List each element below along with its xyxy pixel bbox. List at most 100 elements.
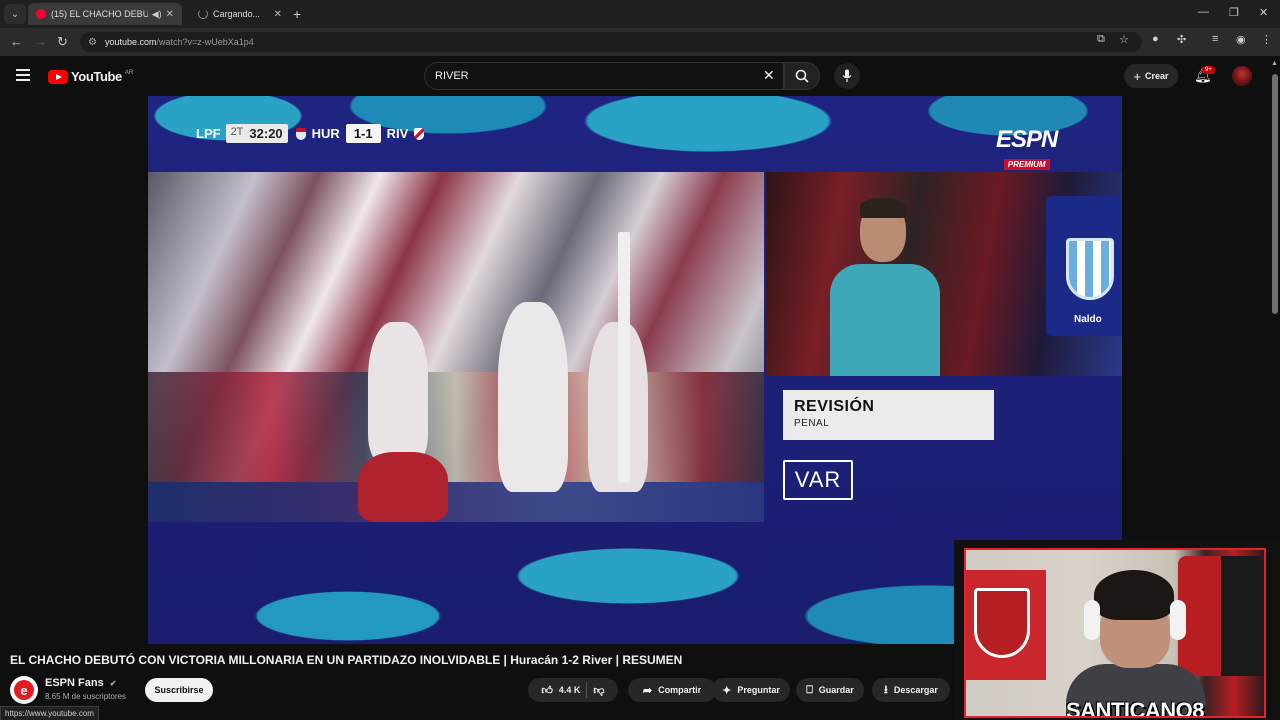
match-half: 2T	[230, 126, 244, 138]
ask-button[interactable]: ✦ Preguntar	[712, 678, 790, 702]
speaker-icon[interactable]: ◀)	[152, 9, 162, 20]
reading-list-icon[interactable]: ≡	[1212, 33, 1218, 45]
match-score: 1-1	[345, 124, 381, 143]
broadcaster-tier: PREMIUM	[1003, 159, 1050, 170]
referee-figure	[830, 194, 940, 376]
download-icon: ⭳	[884, 683, 888, 696]
create-label: Crear	[1145, 71, 1169, 81]
review-card: REVISIÓN PENAL	[783, 390, 994, 440]
browser-toolbar: ← → ↻ ⚙ youtube.com/watch?v=z-wUebXa1p4 …	[0, 28, 1280, 56]
create-button[interactable]: + Crear	[1124, 64, 1178, 88]
player-figure	[358, 452, 448, 522]
board-sponsor: Naldo	[1074, 314, 1102, 325]
subscribe-button[interactable]: Suscribirse	[145, 678, 213, 702]
forward-icon[interactable]: →	[34, 34, 47, 49]
streamer-name: SANTICANO8	[1066, 698, 1205, 718]
youtube-play-icon	[48, 69, 68, 84]
match-clock: 2T 32:20	[225, 124, 288, 143]
webcam-overlay: SANTICANO8	[954, 540, 1280, 720]
close-tab-icon[interactable]: ✕	[274, 9, 282, 20]
browser-menu-icon[interactable]: ⋮	[1261, 33, 1272, 46]
league-label: LPF	[196, 126, 221, 141]
clear-search-icon[interactable]: ✕	[763, 67, 775, 84]
video-title: EL CHACHO DEBUTÓ CON VICTORIA MILLONARIA…	[10, 653, 683, 667]
club-flag	[966, 570, 1046, 680]
menu-hamburger-icon[interactable]	[16, 69, 30, 84]
var-room-frame: Naldo	[766, 172, 1122, 376]
subscriber-count: 8.65 M de suscriptores	[45, 692, 126, 701]
channel-name: ESPN Fans	[45, 677, 104, 689]
extension-icon[interactable]: ●	[1152, 33, 1159, 45]
download-button[interactable]: ⭳ Descargar	[872, 678, 950, 702]
divider	[586, 682, 588, 698]
restore-icon[interactable]: ❐	[1229, 6, 1239, 19]
install-app-icon[interactable]: ⧉	[1097, 33, 1105, 46]
notification-count-badge: 9+	[1202, 66, 1215, 74]
close-tab-icon[interactable]: ✕	[166, 9, 174, 20]
account-avatar[interactable]	[1232, 66, 1252, 86]
share-arrow-icon: ➦	[642, 684, 653, 697]
scrollbar-thumb[interactable]	[1272, 74, 1278, 314]
ask-label: Preguntar	[737, 685, 780, 695]
tab-youtube-video[interactable]: (15) EL CHACHO DEBUTÓ C ◀) ✕	[28, 3, 182, 25]
download-label: Descargar	[893, 685, 938, 695]
bookmark-star-icon[interactable]: ☆	[1119, 33, 1129, 46]
espn-logo: ESPN PREMIUM	[996, 126, 1058, 172]
tab-title: Cargando...	[213, 9, 261, 19]
tab-title: (15) EL CHACHO DEBUTÓ C	[51, 9, 148, 19]
review-subtitle: PENAL	[794, 418, 830, 429]
huracan-crest-icon	[295, 127, 306, 140]
tab-loading[interactable]: Cargando... ✕	[190, 3, 290, 25]
extensions-puzzle-icon[interactable]: ✣	[1177, 33, 1186, 46]
profile-icon[interactable]: ◉	[1236, 33, 1246, 46]
goalpost	[618, 232, 630, 482]
microphone-icon	[842, 69, 852, 82]
channel-avatar[interactable]: e	[10, 676, 38, 704]
thumbs-down-icon[interactable]: 👎︎	[593, 684, 604, 697]
replay-frame	[148, 172, 764, 522]
search-button[interactable]	[784, 62, 820, 90]
youtube-header: YouTube AR ✕ + Crear 🔔︎ 9+	[0, 56, 1280, 96]
away-team: RIV	[386, 126, 409, 141]
search-input[interactable]	[435, 70, 755, 82]
thumbs-up-icon[interactable]: 👍︎	[541, 684, 553, 697]
minimize-icon[interactable]: —	[1198, 6, 1209, 18]
var-logo: VAR	[783, 460, 853, 500]
broadcaster-wordmark: ESPN	[996, 126, 1058, 153]
share-button[interactable]: ➦ Compartir	[628, 678, 716, 702]
afa-monitor: Naldo	[1046, 196, 1122, 336]
tab-search-button[interactable]: ⌄	[4, 4, 26, 24]
like-dislike-group: 👍︎ 4.4 K 👎︎	[528, 678, 618, 702]
bookmark-icon: ⎕	[806, 683, 813, 696]
verified-check-icon: ✔	[109, 679, 117, 688]
browser-tab-strip: ⌄ (15) EL CHACHO DEBUTÓ C ◀) ✕ Cargando.…	[0, 0, 1280, 28]
status-bar-url: https://www.youtube.com	[0, 706, 99, 720]
webcam-frame: SANTICANO8	[964, 548, 1266, 718]
player-figure	[498, 302, 568, 492]
youtube-logo[interactable]: YouTube AR	[48, 69, 133, 84]
page-scrollbar[interactable]: ▲	[1270, 60, 1280, 720]
save-button[interactable]: ⎕ Guardar	[796, 678, 864, 702]
address-bar[interactable]: ⚙ youtube.com/watch?v=z-wUebXa1p4	[80, 32, 1142, 52]
back-icon[interactable]: ←	[10, 34, 23, 49]
voice-search-button[interactable]	[834, 63, 860, 89]
espn-e-icon: e	[14, 680, 34, 700]
sparkle-icon: ✦	[722, 684, 732, 697]
region-code: AR	[124, 69, 134, 76]
new-tab-icon[interactable]: +	[293, 6, 301, 22]
site-info-icon[interactable]: ⚙	[88, 37, 97, 48]
plus-icon: +	[1133, 68, 1142, 84]
close-window-icon[interactable]: ✕	[1259, 6, 1268, 19]
url-host: youtube.com	[104, 37, 157, 47]
streamer-figure	[1066, 570, 1206, 716]
home-team: HUR	[311, 126, 340, 141]
player-figure	[368, 322, 428, 462]
scroll-up-icon[interactable]: ▲	[1271, 60, 1278, 67]
channel-name-row[interactable]: ESPN Fans ✔	[45, 677, 116, 689]
pitch-ad-board	[148, 482, 764, 522]
like-count[interactable]: 4.4 K	[559, 685, 581, 695]
search-box	[424, 62, 784, 90]
clock-time: 32:20	[249, 126, 283, 141]
afa-crest-icon	[1066, 238, 1114, 300]
reload-icon[interactable]: ↻	[57, 34, 68, 50]
